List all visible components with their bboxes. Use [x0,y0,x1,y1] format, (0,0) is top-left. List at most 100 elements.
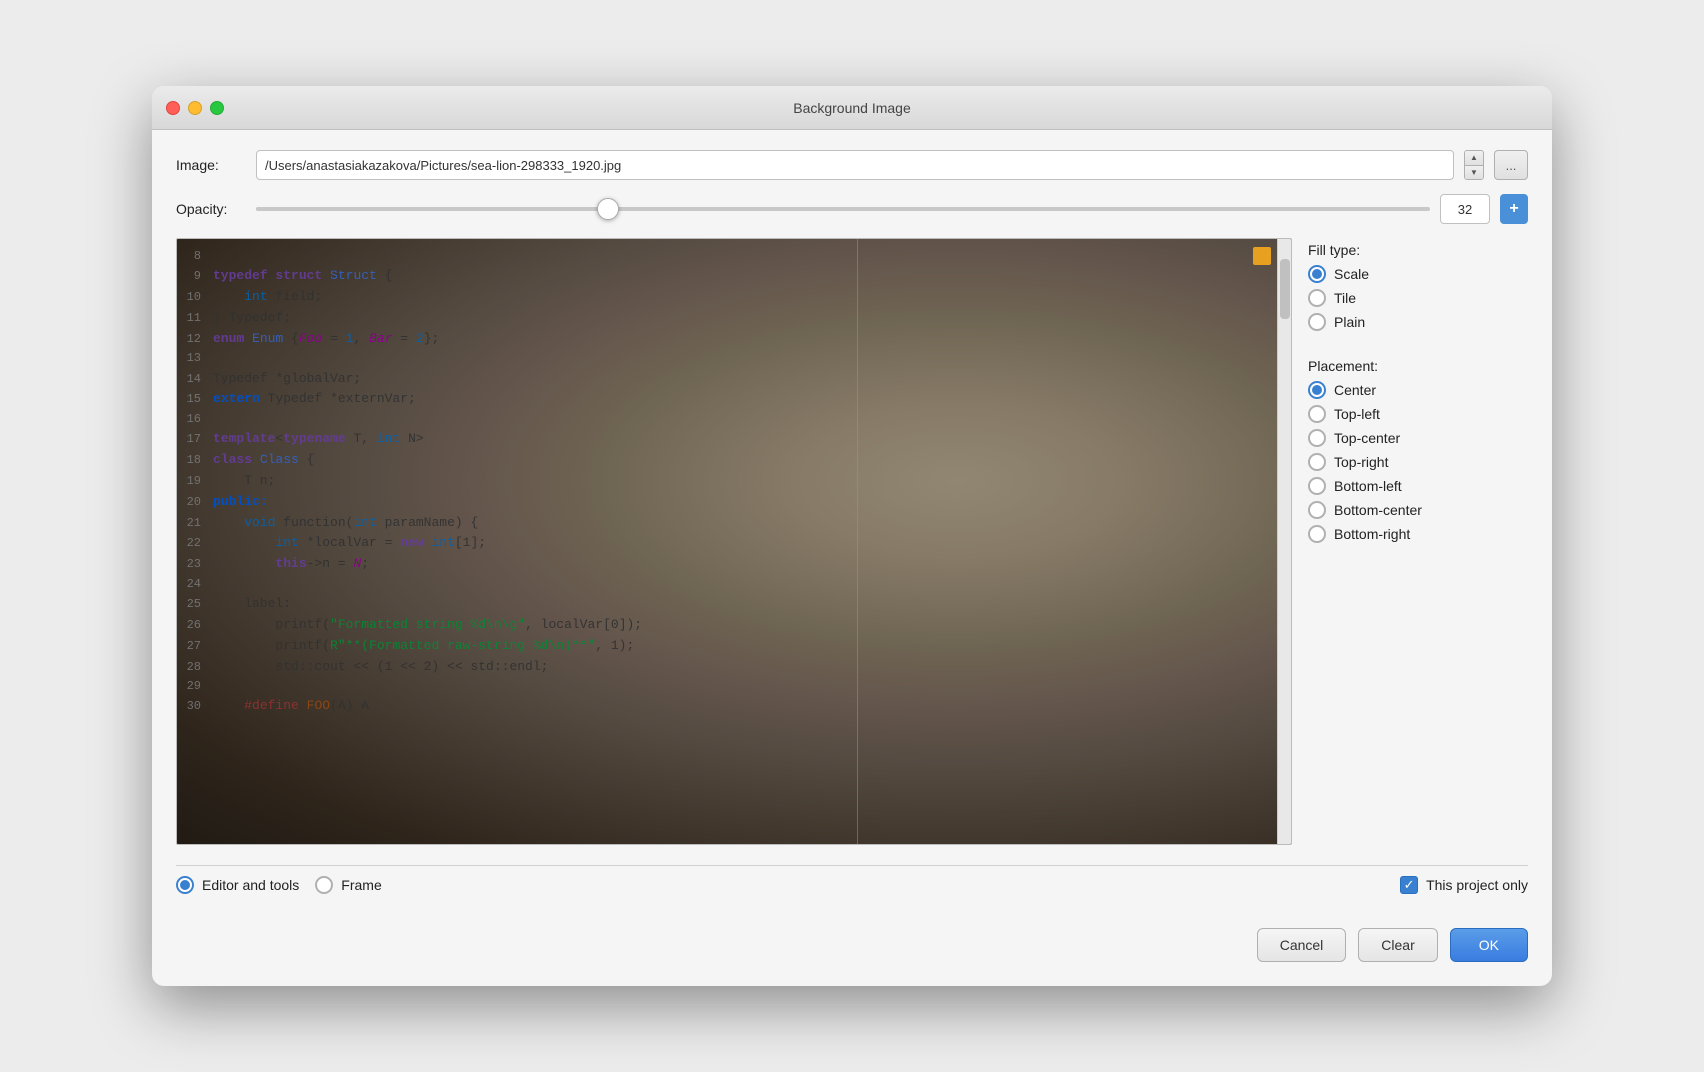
image-stepper[interactable]: ▲ ▼ [1464,150,1484,180]
slider-thumb[interactable] [597,198,619,220]
code-line-13: 13 [177,349,1251,368]
placement-bottomright-label: Bottom-right [1334,526,1410,542]
maximize-button[interactable] [210,101,224,115]
scroll-thumb[interactable] [1280,259,1290,319]
fill-plain-radio[interactable] [1308,313,1326,331]
placement-label: Placement: [1308,358,1528,374]
placement-topright-option[interactable]: Top-right [1308,450,1528,474]
this-project-only-checkbox[interactable]: ✓ [1400,876,1418,894]
code-preview: 8 9 typedef struct Struct { 10 int field… [177,239,1251,844]
scrollbar[interactable] [1277,239,1291,844]
code-line-17: 17 template<typename T, int N> [177,429,1251,450]
fill-type-label: Fill type: [1308,242,1528,258]
opacity-value[interactable]: 32 [1440,194,1490,224]
placement-topleft-option[interactable]: Top-left [1308,402,1528,426]
placement-center-dot [1312,385,1322,395]
right-panel: Fill type: Scale Tile Plain [1308,238,1528,845]
background-image-dialog: Background Image Image: /Users/anastasia… [152,86,1552,986]
code-line-22: 22 int *localVar = new int[1]; [177,533,1251,554]
code-line-18: 18 class Class { [177,450,1251,471]
stepper-down-button[interactable]: ▼ [1465,166,1483,180]
fill-scale-dot [1312,269,1322,279]
fill-tile-radio[interactable] [1308,289,1326,307]
code-line-28: 28 std::cout << (1 << 2) << std::endl; [177,657,1251,678]
bottom-area: Editor and tools Frame ✓ This project on… [176,865,1528,904]
placement-topcenter-radio[interactable] [1308,429,1326,447]
placement-center-option[interactable]: Center [1308,378,1528,402]
editor-and-tools-option[interactable]: Editor and tools [176,876,299,894]
image-path-field[interactable]: /Users/anastasiakazakova/Pictures/sea-li… [256,150,1454,180]
placement-bottomright-option[interactable]: Bottom-right [1308,522,1528,546]
code-line-26: 26 printf("Formatted string %d\n\g", loc… [177,615,1251,636]
code-line-9: 9 typedef struct Struct { [177,266,1251,287]
fill-type-section: Fill type: Scale Tile Plain [1308,242,1528,334]
titlebar: Background Image [152,86,1552,130]
placement-bottomcenter-option[interactable]: Bottom-center [1308,498,1528,522]
main-area: 8 9 typedef struct Struct { 10 int field… [176,238,1528,845]
close-button[interactable] [166,101,180,115]
action-buttons: Cancel Clear OK [176,918,1528,966]
code-line-19: 19 T n; [177,471,1251,492]
opacity-plus-button[interactable]: + [1500,194,1528,224]
code-line-20: 20 public: [177,492,1251,513]
placement-bottomleft-label: Bottom-left [1334,478,1402,494]
placement-center-label: Center [1334,382,1376,398]
frame-radio[interactable] [315,876,333,894]
code-line-24: 24 [177,575,1251,594]
placement-section: Placement: Center Top-left Top-center [1308,358,1528,546]
code-line-15: 15 extern Typedef *externVar; [177,389,1251,410]
clear-button[interactable]: Clear [1358,928,1437,962]
fill-scale-radio[interactable] [1308,265,1326,283]
slider-fill [256,207,608,211]
placement-bottomleft-radio[interactable] [1308,477,1326,495]
fill-scale-option[interactable]: Scale [1308,262,1528,286]
editor-tools-label: Editor and tools [202,877,299,893]
placement-topcenter-option[interactable]: Top-center [1308,426,1528,450]
minimize-button[interactable] [188,101,202,115]
fill-plain-label: Plain [1334,314,1365,330]
orange-indicator [1253,247,1271,265]
opacity-slider[interactable] [256,207,1430,211]
code-line-21: 21 void function(int paramName) { [177,513,1251,534]
code-line-29: 29 [177,677,1251,696]
opacity-label: Opacity: [176,201,246,217]
this-project-only-option[interactable]: ✓ This project only [1400,876,1528,894]
placement-topright-label: Top-right [1334,454,1388,470]
this-project-only-label: This project only [1426,877,1528,893]
ok-button[interactable]: OK [1450,928,1528,962]
fill-tile-option[interactable]: Tile [1308,286,1528,310]
code-line-11: 11 } Typedef; [177,308,1251,329]
placement-bottomleft-option[interactable]: Bottom-left [1308,474,1528,498]
fill-plain-option[interactable]: Plain [1308,310,1528,334]
image-label: Image: [176,157,246,173]
fill-scale-label: Scale [1334,266,1369,282]
code-line-14: 14 Typedef *globalVar; [177,369,1251,390]
window-controls [166,101,224,115]
code-line-16: 16 [177,410,1251,429]
preview-area: 8 9 typedef struct Struct { 10 int field… [176,238,1292,845]
frame-option[interactable]: Frame [315,876,381,894]
placement-center-radio[interactable] [1308,381,1326,399]
placement-topcenter-label: Top-center [1334,430,1400,446]
placement-topleft-label: Top-left [1334,406,1380,422]
frame-label: Frame [341,877,381,893]
browse-button[interactable]: ... [1494,150,1528,180]
editor-tools-radio[interactable] [176,876,194,894]
code-line-25: 25 label: [177,594,1251,615]
stepper-up-button[interactable]: ▲ [1465,151,1483,166]
placement-bottomcenter-radio[interactable] [1308,501,1326,519]
vertical-divider [857,239,858,844]
dialog-title: Background Image [793,100,911,116]
image-row: Image: /Users/anastasiakazakova/Pictures… [176,150,1528,180]
code-line-30: 30 #define FOO(A) A [177,696,1251,717]
code-line-8: 8 [177,247,1251,266]
cancel-button[interactable]: Cancel [1257,928,1347,962]
placement-topleft-radio[interactable] [1308,405,1326,423]
code-line-12: 12 enum Enum {Foo = 1, Bar = 2}; [177,329,1251,350]
fill-tile-label: Tile [1334,290,1356,306]
dialog-content: Image: /Users/anastasiakazakova/Pictures… [152,130,1552,986]
code-line-27: 27 printf(R"**(Formatted raw-string %d\n… [177,636,1251,657]
image-path-text: /Users/anastasiakazakova/Pictures/sea-li… [265,158,621,173]
placement-topright-radio[interactable] [1308,453,1326,471]
placement-bottomright-radio[interactable] [1308,525,1326,543]
